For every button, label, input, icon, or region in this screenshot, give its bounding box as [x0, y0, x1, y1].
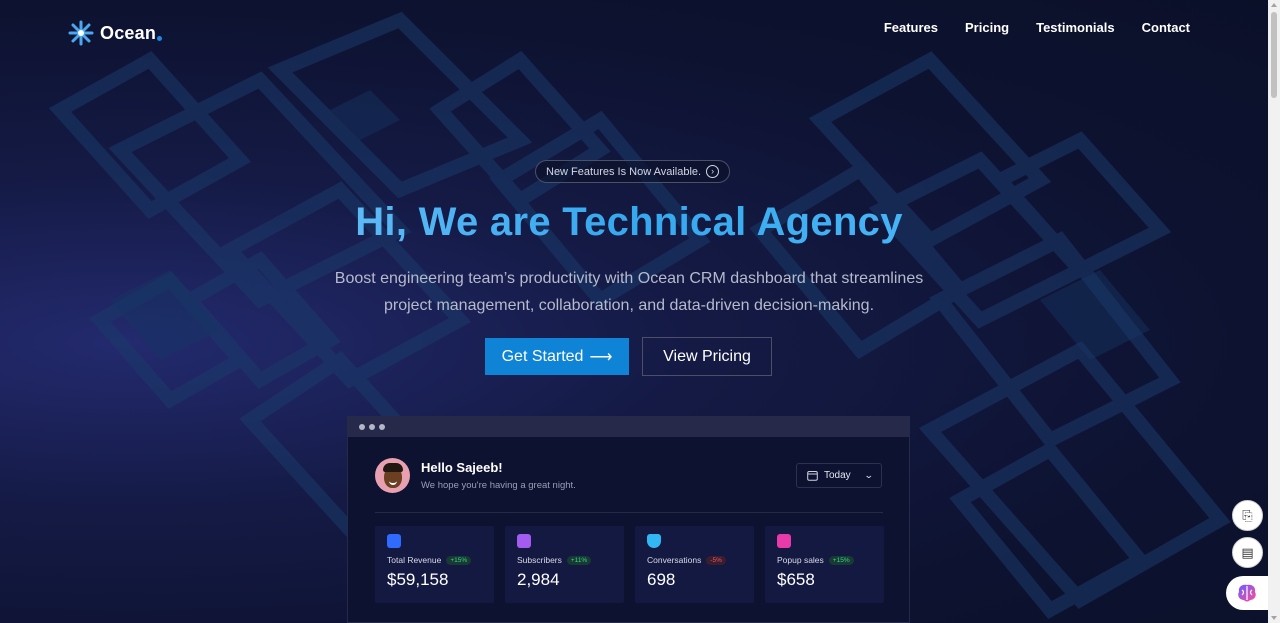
translate-icon: ⎘ [1242, 507, 1253, 523]
calendar-icon [807, 471, 818, 481]
nav-contact[interactable]: Contact [1142, 20, 1190, 35]
stat-card-popup-sales: Popup sales +15% $658 [765, 526, 884, 603]
logo[interactable]: Ocean [67, 19, 163, 47]
stat-change: +11% [566, 555, 592, 565]
scrollbar[interactable] [1268, 0, 1280, 623]
stat-card-subscribers: Subscribers +11% 2,984 [505, 526, 624, 603]
stat-value: $658 [777, 570, 815, 589]
dashboard-greeting: Hello Sajeeb! We hope you're having a gr… [375, 458, 576, 493]
bar-chart-icon [777, 534, 791, 548]
stat-label: Total Revenue [387, 555, 442, 565]
new-features-badge[interactable]: New Features Is Now Available. › [535, 160, 731, 183]
reader-button[interactable]: ▤ [1232, 537, 1263, 568]
stats-row: Total Revenue +15% $59,158 Subscribers +… [375, 526, 884, 603]
shield-icon [647, 534, 661, 548]
hero-subtitle: Boost engineering team’s productivity wi… [320, 265, 938, 319]
period-label: Today [824, 470, 851, 481]
chevron-down-icon: ⌄ [863, 470, 874, 480]
hero-subtitle-line1: Boost engineering team’s productivity wi… [334, 270, 924, 287]
avatar [375, 458, 410, 493]
hero-title: Hi, We are Technical Agency [0, 200, 1258, 245]
scroll-up-icon[interactable] [1271, 3, 1277, 7]
book-icon: ▤ [1241, 544, 1254, 560]
brain-icon [1238, 584, 1256, 602]
stat-value: 698 [647, 570, 676, 589]
window-dot [369, 424, 375, 430]
nav-features[interactable]: Features [884, 20, 938, 35]
get-started-button[interactable]: Get Started ⟶ [485, 338, 629, 375]
hero-subtitle-line2: project management, collaboration, and d… [383, 297, 875, 314]
snowflake-icon [68, 20, 94, 46]
stat-card-revenue: Total Revenue +15% $59,158 [375, 526, 494, 603]
scroll-down-icon[interactable] [1271, 616, 1277, 620]
arrow-right-icon: ⟶ [589, 348, 613, 366]
logo-text: Ocean [100, 22, 157, 43]
nav-testimonials[interactable]: Testimonials [1036, 20, 1115, 35]
main-nav: Features Pricing Testimonials Contact [884, 20, 1190, 35]
site-header: Ocean Features Pricing Testimonials Cont… [0, 0, 1268, 66]
scrollbar-thumb[interactable] [1271, 12, 1277, 98]
badge-text: New Features Is Now Available. [546, 165, 702, 178]
stat-label: Popup sales [777, 555, 824, 565]
stat-value: 2,984 [517, 570, 560, 589]
greeting-title: Hello Sajeeb! [421, 460, 503, 475]
assistant-button[interactable] [1226, 576, 1268, 610]
stat-change: -5% [706, 555, 726, 565]
greeting-subtitle: We hope you're having a great night. [421, 480, 576, 491]
document-icon [517, 534, 531, 548]
window-dot [379, 424, 385, 430]
view-pricing-button[interactable]: View Pricing [642, 337, 772, 376]
nav-pricing[interactable]: Pricing [965, 20, 1009, 35]
window-dot [359, 424, 365, 430]
stat-label: Conversations [647, 555, 702, 565]
chart-icon [387, 534, 401, 548]
window-titlebar [348, 417, 909, 437]
dashboard-preview: Hello Sajeeb! We hope you're having a gr… [347, 416, 910, 623]
stat-label: Subscribers [517, 555, 562, 565]
arrow-circle-icon: › [706, 165, 720, 178]
stat-value: $59,158 [387, 570, 449, 589]
stat-change: +15% [828, 555, 854, 565]
translate-button[interactable]: ⎘ [1232, 500, 1263, 531]
get-started-label: Get Started [501, 347, 584, 365]
stat-card-conversations: Conversations -5% 698 [635, 526, 754, 603]
period-select[interactable]: Today ⌄ [796, 463, 882, 488]
stat-change: +15% [446, 555, 472, 565]
logo-dot [157, 35, 163, 41]
divider [375, 512, 883, 513]
